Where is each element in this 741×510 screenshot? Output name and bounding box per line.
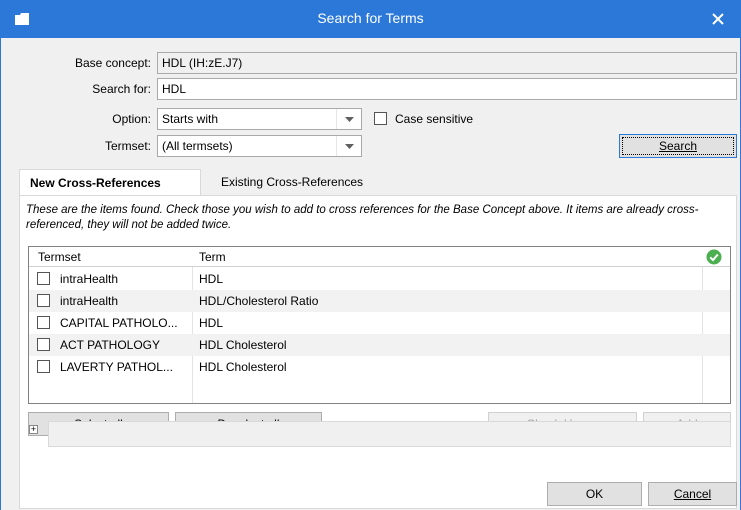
- details-strip: [48, 421, 731, 447]
- option-value: Starts with: [162, 112, 219, 126]
- table-header: Termset Term: [29, 247, 730, 267]
- term-cell: HDL: [199, 316, 224, 330]
- search-for-label: Search for:: [92, 82, 151, 96]
- option-label: Option:: [112, 112, 151, 126]
- row-checkbox[interactable]: [37, 360, 50, 373]
- close-icon: [712, 13, 724, 25]
- case-sensitive-checkbox[interactable]: [374, 112, 387, 125]
- term-cell: HDL: [199, 272, 224, 286]
- table-row[interactable]: ACT PATHOLOGY HDL Cholesterol: [29, 334, 730, 356]
- termset-cell: LAVERTY PATHOL...: [60, 360, 173, 374]
- row-checkbox[interactable]: [37, 294, 50, 307]
- table-row[interactable]: LAVERTY PATHOL... HDL Cholesterol: [29, 356, 730, 378]
- cancel-button[interactable]: Cancel: [648, 482, 737, 506]
- window-title: Search for Terms: [317, 10, 424, 26]
- row-checkbox[interactable]: [37, 316, 50, 329]
- term-cell: HDL Cholesterol: [199, 360, 287, 374]
- plus-box-icon[interactable]: +: [29, 425, 38, 434]
- close-button[interactable]: [695, 0, 741, 38]
- termset-label: Termset:: [104, 139, 151, 153]
- term-cell: HDL Cholesterol: [199, 338, 287, 352]
- termset-cell: intraHealth: [60, 272, 119, 286]
- results-table[interactable]: Termset Term intraHealth HDL intraHealth…: [28, 246, 731, 404]
- dialog-body: Base concept: HDL (IH:zE.J7) Search for:…: [0, 38, 741, 510]
- termset-select[interactable]: (All termsets): [157, 135, 362, 157]
- search-input[interactable]: HDL: [157, 78, 737, 100]
- column-header-term[interactable]: Term: [199, 250, 226, 264]
- table-row[interactable]: intraHealth HDL/Cholesterol Ratio: [29, 290, 730, 312]
- column-header-termset[interactable]: Termset: [38, 250, 81, 264]
- chevron-down-icon[interactable]: [337, 136, 361, 156]
- term-cell: HDL/Cholesterol Ratio: [199, 294, 319, 308]
- base-concept-field: HDL (IH:zE.J7): [157, 52, 737, 74]
- option-select[interactable]: Starts with: [157, 108, 362, 130]
- title-bar: Search for Terms: [0, 0, 741, 38]
- termset-cell: CAPITAL PATHOLO...: [60, 316, 178, 330]
- instructions-text: These are the items found. Check those y…: [26, 204, 699, 231]
- base-concept-label: Base concept:: [74, 56, 151, 70]
- tab-existing-cross-references[interactable]: Existing Cross-References: [211, 169, 391, 195]
- chevron-down-icon[interactable]: [337, 109, 361, 129]
- termset-value: (All termsets): [162, 139, 233, 153]
- table-row[interactable]: CAPITAL PATHOLO... HDL: [29, 312, 730, 334]
- row-checkbox[interactable]: [37, 272, 50, 285]
- case-sensitive-label: Case sensitive: [395, 112, 474, 126]
- termset-cell: intraHealth: [60, 294, 119, 308]
- tab-panel: These are the items found. Check those y…: [19, 195, 737, 509]
- table-row[interactable]: intraHealth HDL: [29, 268, 730, 290]
- check-circle-icon: [706, 249, 722, 265]
- termset-cell: ACT PATHOLOGY: [60, 338, 161, 352]
- tab-new-cross-references[interactable]: New Cross-References: [19, 169, 201, 195]
- search-button[interactable]: Search: [619, 134, 737, 158]
- row-checkbox[interactable]: [37, 338, 50, 351]
- ok-button[interactable]: OK: [547, 482, 642, 506]
